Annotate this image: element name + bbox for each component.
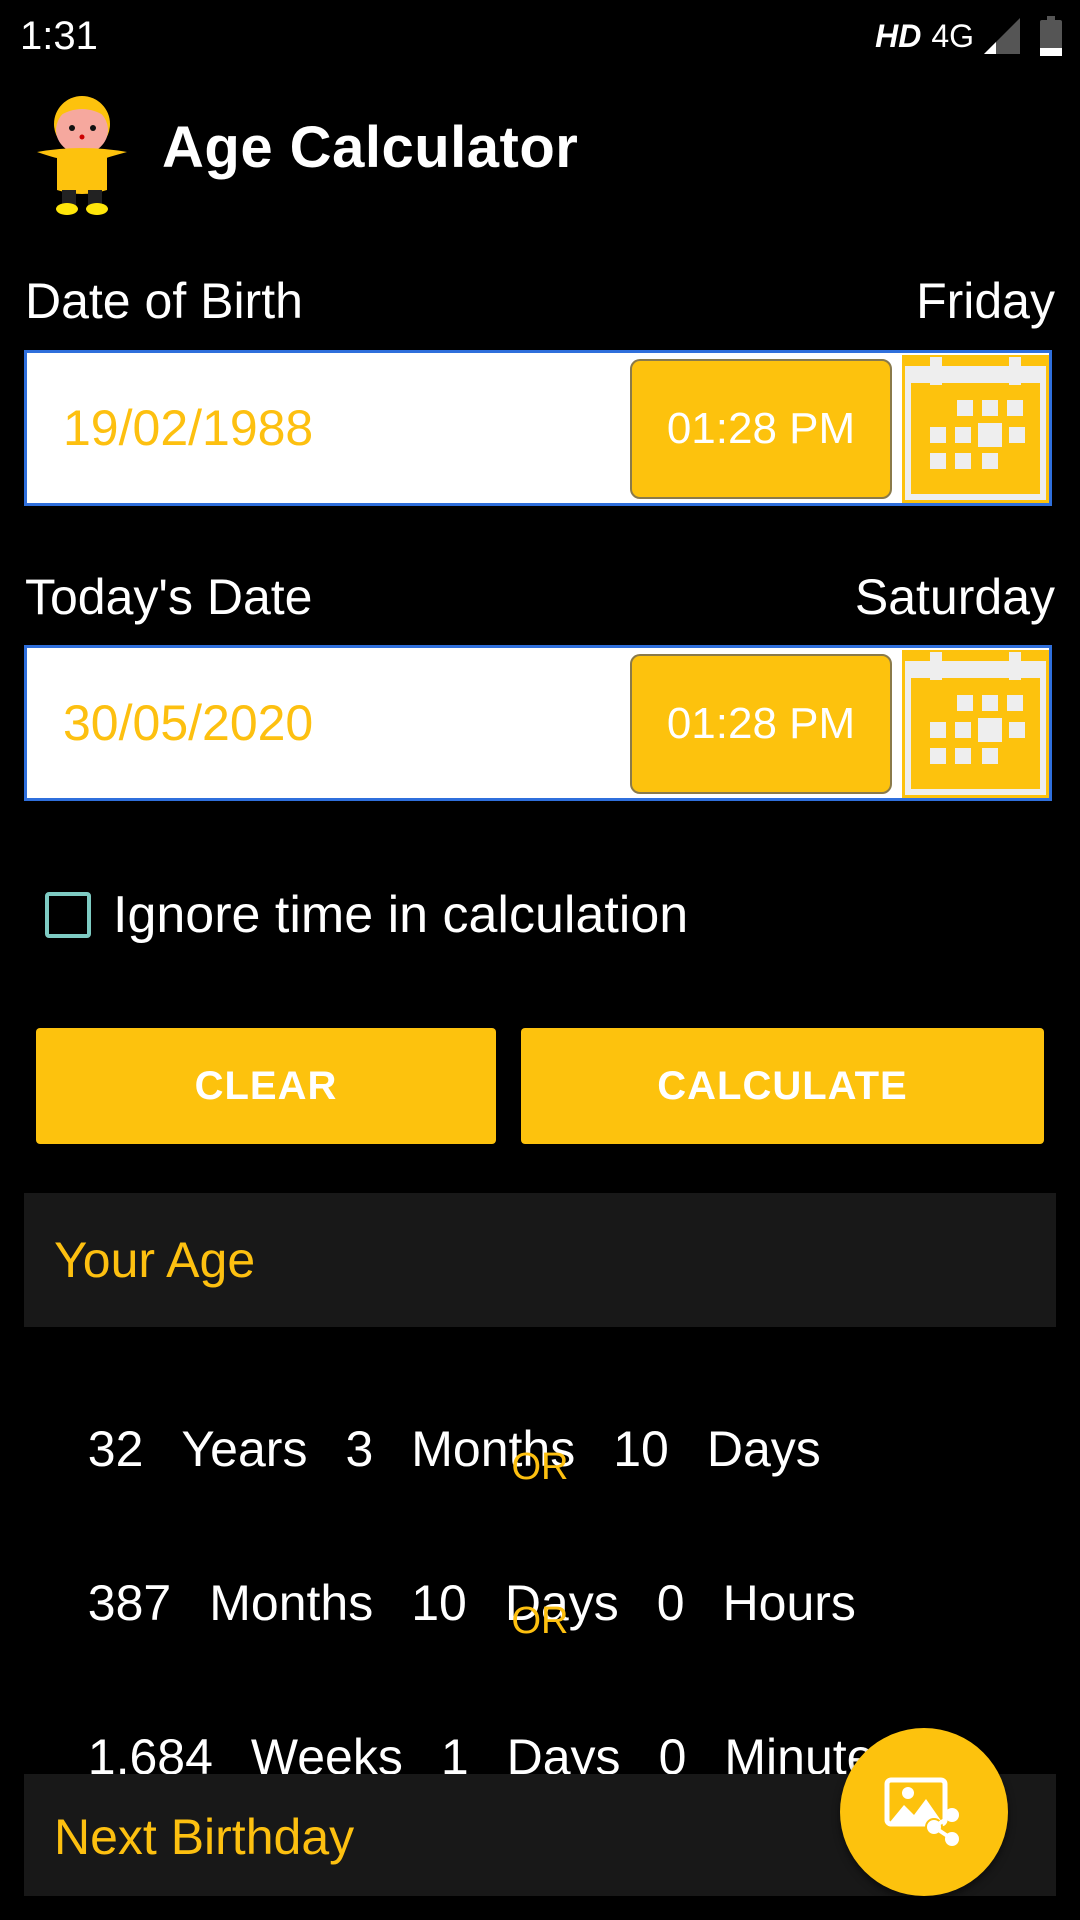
today-date-value[interactable]: 30/05/2020 bbox=[63, 694, 313, 752]
birth-date-value[interactable]: 19/02/1988 bbox=[63, 399, 313, 457]
your-age-header: Your Age bbox=[24, 1193, 1056, 1327]
birth-label: Date of Birth bbox=[25, 273, 303, 329]
calendar-icon bbox=[905, 357, 1046, 500]
next-birthday-title: Next Birthday bbox=[54, 1809, 355, 1865]
today-date-field[interactable]: 30/05/2020 01:28 PM bbox=[24, 645, 1052, 801]
baby-logo-icon bbox=[37, 96, 127, 215]
today-day: Saturday bbox=[854, 569, 1055, 625]
today-calendar-button[interactable] bbox=[902, 650, 1049, 798]
app-title: Age Calculator bbox=[162, 115, 579, 180]
status-time: 1:31 bbox=[20, 14, 98, 58]
age-weeks-days-minutes: 1,684 Weeks 1 Days 0 Minutes bbox=[60, 1670, 937, 1786]
today-label: Today's Date bbox=[25, 569, 313, 625]
battery-icon bbox=[1040, 16, 1062, 56]
status-bar: 1:31 HD 4G bbox=[0, 0, 1080, 75]
ignore-time-label[interactable]: Ignore time in calculation bbox=[113, 885, 688, 945]
calendar-icon bbox=[905, 652, 1046, 795]
share-image-button[interactable] bbox=[840, 1728, 1008, 1896]
network-type: 4G bbox=[931, 17, 974, 54]
birth-time-button[interactable]: 01:28 PM bbox=[630, 359, 892, 499]
calculate-button[interactable]: CALCULATE bbox=[521, 1028, 1044, 1144]
hd-indicator: HD bbox=[875, 17, 922, 54]
your-age-title: Your Age bbox=[54, 1232, 256, 1288]
clear-button[interactable]: CLEAR bbox=[36, 1028, 496, 1144]
status-icons: HD 4G bbox=[875, 16, 1062, 56]
birth-calendar-button[interactable] bbox=[902, 355, 1049, 503]
or-separator: OR bbox=[511, 1446, 569, 1488]
birth-date-field[interactable]: 19/02/1988 01:28 PM bbox=[24, 350, 1052, 506]
birth-day: Friday bbox=[916, 273, 1055, 329]
signal-icon bbox=[984, 18, 1020, 54]
image-share-icon bbox=[884, 1777, 959, 1846]
ignore-time-option[interactable]: Ignore time in calculation bbox=[45, 875, 688, 955]
today-time-button[interactable]: 01:28 PM bbox=[630, 654, 892, 794]
or-separator: OR bbox=[511, 1600, 569, 1642]
app-header: Age Calculator bbox=[0, 90, 1080, 220]
ignore-time-checkbox[interactable] bbox=[45, 892, 91, 938]
